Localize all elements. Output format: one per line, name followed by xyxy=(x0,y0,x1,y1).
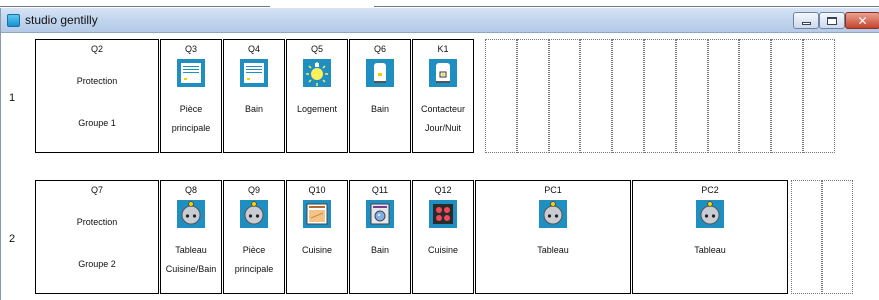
app-icon xyxy=(7,14,20,27)
breaker-code: Q7 xyxy=(90,185,103,195)
empty-slot[interactable] xyxy=(548,39,581,153)
socket-icon xyxy=(696,200,724,228)
empty-slot[interactable] xyxy=(580,39,613,153)
title-bar[interactable]: studio gentilly ✕ xyxy=(1,8,879,33)
oven-icon xyxy=(303,200,331,228)
empty-slot[interactable] xyxy=(485,39,517,153)
main-breaker-cell[interactable]: Q7 Protection Groupe 2 xyxy=(35,180,159,294)
empty-slot[interactable] xyxy=(612,39,644,153)
empty-slot[interactable] xyxy=(822,180,853,294)
empty-slot[interactable] xyxy=(675,39,708,153)
empty-slot[interactable] xyxy=(516,39,549,153)
water-heater-icon xyxy=(366,59,394,87)
empty-slot[interactable] xyxy=(791,180,822,294)
minimize-button[interactable] xyxy=(793,12,819,29)
empty-slot[interactable] xyxy=(739,39,772,153)
strip-line xyxy=(0,6,270,7)
window-icon xyxy=(240,59,268,87)
module-label: Tableau xyxy=(537,245,569,255)
module-code: Q5 xyxy=(310,44,323,54)
module-cell[interactable]: Q10 Cuisine xyxy=(286,180,348,294)
washing-machine-icon xyxy=(366,200,394,228)
window-title: studio gentilly xyxy=(25,13,98,27)
module-label: Contacteur xyxy=(420,104,466,114)
module-code: Q3 xyxy=(184,44,197,54)
module-label: Pièce xyxy=(179,104,203,114)
module-code: Q9 xyxy=(247,185,260,195)
module-cell[interactable]: Q4 Bain xyxy=(223,39,285,153)
module-label: Logement xyxy=(296,104,338,114)
minimize-icon xyxy=(801,22,811,25)
breaker-label: Protection xyxy=(76,217,118,227)
module-cell[interactable]: Q11 Bain xyxy=(349,180,411,294)
module-cell[interactable]: Q3 Pièce principale xyxy=(160,39,222,153)
socket-icon xyxy=(177,200,205,228)
module-label: Tableau xyxy=(694,245,726,255)
module-label: Tableau xyxy=(175,245,207,255)
close-button[interactable]: ✕ xyxy=(845,12,879,29)
panel-row-2: Q7 Protection Groupe 2 Q8 Tableau Cuisine/… xyxy=(13,180,879,294)
module-label-2: principale xyxy=(171,123,211,133)
module-label-2: Jour/Nuit xyxy=(424,123,461,133)
empty-slot[interactable] xyxy=(803,39,835,153)
module-cell[interactable]: PC2 Tableau xyxy=(632,180,788,294)
empty-slot[interactable] xyxy=(644,39,676,153)
socket-icon xyxy=(539,200,567,228)
module-code: PC2 xyxy=(701,185,719,195)
module-label-2: principale xyxy=(234,264,274,274)
maximize-icon xyxy=(827,16,837,25)
module-cell[interactable]: PC1 Tableau xyxy=(475,180,631,294)
empty-slot[interactable] xyxy=(771,39,803,153)
module-code: Q10 xyxy=(308,185,326,195)
maximize-button[interactable] xyxy=(819,12,845,29)
module-code: K1 xyxy=(437,44,449,54)
module-code: Q11 xyxy=(371,185,389,195)
main-breaker-cell[interactable]: Q2 Protection Groupe 1 xyxy=(35,39,159,153)
module-cell[interactable]: Q12 Cuisine xyxy=(412,180,474,294)
window-icon xyxy=(177,59,205,87)
socket-icon xyxy=(240,200,268,228)
module-cell[interactable]: Q8 Tableau Cuisine/Bain xyxy=(160,180,222,294)
water-heater-contactor-icon xyxy=(429,59,457,87)
module-code: Q8 xyxy=(184,185,197,195)
panel-row-1: Q2 Protection Groupe 1 Q3 Pièce principale… xyxy=(13,39,879,153)
module-cell[interactable]: Q5 Logement xyxy=(286,39,348,153)
breaker-group: Groupe 2 xyxy=(78,259,116,269)
lightbulb-icon xyxy=(303,59,331,87)
module-code: Q4 xyxy=(247,44,260,54)
cooktop-icon xyxy=(429,200,457,228)
module-code: Q6 xyxy=(373,44,386,54)
module-label: Cuisine xyxy=(427,245,458,255)
module-code: Q12 xyxy=(434,185,452,195)
module-cell[interactable]: Q6 Bain xyxy=(349,39,411,153)
breaker-code: Q2 xyxy=(90,44,103,54)
module-label: Bain xyxy=(370,245,389,255)
top-strip xyxy=(0,0,879,8)
module-label: Cuisine xyxy=(301,245,332,255)
module-cell[interactable]: Q9 Pièce principale xyxy=(223,180,285,294)
module-label: Pièce xyxy=(242,245,266,255)
module-label-2: Cuisine/Bain xyxy=(165,264,217,274)
breaker-label: Protection xyxy=(76,76,118,86)
breaker-group: Groupe 1 xyxy=(78,118,116,128)
strip-line xyxy=(374,6,879,7)
module-cell[interactable]: K1 Contacteur Jour/Nuit xyxy=(412,39,474,153)
module-label: Bain xyxy=(370,104,389,114)
module-label: Bain xyxy=(244,104,263,114)
module-code: PC1 xyxy=(544,185,562,195)
close-icon: ✕ xyxy=(857,13,868,28)
empty-slot[interactable] xyxy=(707,39,740,153)
